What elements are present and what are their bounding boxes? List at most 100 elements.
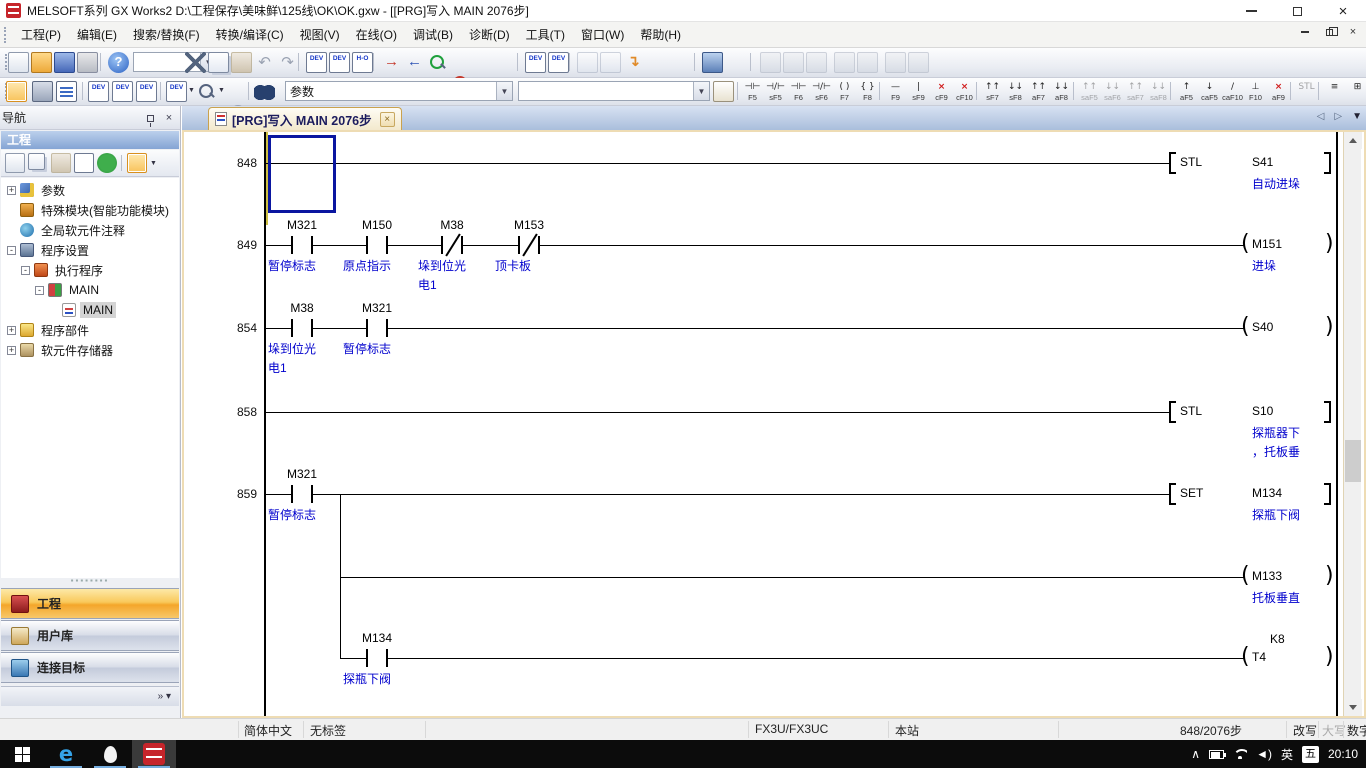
write-to-plc-icon[interactable]: → [381, 52, 402, 73]
find-target-combobox[interactable]: 参数▼ [285, 81, 513, 101]
device-setting-icon[interactable]: DEV [136, 81, 157, 102]
menu-item-3[interactable]: 转换/编译(C) [208, 22, 292, 47]
tab-main-program[interactable]: [PRG]写入 MAIN 2076步 × [208, 107, 402, 130]
tree-item-程序设置-3[interactable]: -程序设置 [7, 240, 92, 260]
pulse-tool-icon[interactable] [806, 52, 827, 73]
tree-item-MAIN-6[interactable]: MAIN [49, 300, 116, 320]
coil-device-label[interactable]: M133 [1252, 569, 1282, 583]
tree-item-参数-0[interactable]: +参数 [7, 180, 68, 200]
contact-M38[interactable] [441, 236, 463, 254]
scroll-up-icon[interactable] [1344, 132, 1362, 149]
sfc-zoom-icon[interactable] [885, 52, 906, 73]
close-button[interactable]: × [1320, 0, 1366, 22]
vertical-scrollbar[interactable] [1343, 132, 1361, 716]
menu-item-9[interactable]: 窗口(W) [573, 22, 632, 47]
save-project-icon[interactable] [54, 52, 75, 73]
menu-item-4[interactable]: 视图(V) [292, 22, 348, 47]
menu-item-7[interactable]: 诊断(D) [461, 22, 518, 47]
window-cascade-icon[interactable] [577, 52, 598, 73]
ime-indicator[interactable]: 五 [1302, 746, 1319, 763]
instruction-operand[interactable]: S41 [1252, 155, 1273, 169]
help-icon[interactable]: ? [108, 52, 129, 73]
coil-device-label[interactable]: S40 [1252, 320, 1273, 334]
property-icon[interactable] [74, 153, 94, 173]
tree-item-全局软元件注释-2[interactable]: 全局软元件注释 [7, 220, 128, 240]
contact-M134[interactable] [366, 649, 388, 667]
ladder-symbol-button-caF5[interactable]: ↓caF5 [1198, 80, 1221, 104]
undo-icon[interactable]: ↶ [254, 52, 275, 73]
start-button[interactable] [0, 740, 44, 768]
tree-item-MAIN-5[interactable]: -MAIN [35, 280, 102, 300]
new-project-icon[interactable] [8, 52, 29, 73]
nav-tab-用户库[interactable]: 用户库 [1, 620, 179, 651]
contact-M321[interactable] [291, 236, 313, 254]
device-display-icon[interactable]: DEV [306, 52, 327, 73]
sort-icon[interactable] [127, 153, 147, 173]
panel-splitter[interactable]: ▪▪▪▪▪▪▪▪ [1, 578, 179, 586]
tab-list-icon[interactable]: ▼ [1352, 111, 1362, 122]
language-indicator[interactable]: 英 [1281, 746, 1293, 763]
project-view-icon[interactable] [6, 81, 27, 102]
find-device-icon[interactable] [196, 81, 217, 102]
tab-close-icon[interactable]: × [380, 112, 395, 127]
device-monitor-icon[interactable]: DEV [329, 52, 350, 73]
contact-M38[interactable] [291, 319, 313, 337]
open-project-icon[interactable] [31, 52, 52, 73]
ladder-symbol-button-sF7[interactable]: ↑↑sF7 [981, 80, 1004, 104]
intelligent-monitor-icon[interactable] [760, 52, 781, 73]
coil-device-label[interactable]: M151 [1252, 237, 1282, 251]
mdi-minimize-button[interactable] [1298, 26, 1312, 38]
ladder-symbol-button-F10[interactable]: ⊥F10 [1244, 80, 1267, 104]
menu-item-5[interactable]: 在线(O) [348, 22, 405, 47]
device-register-monitor-icon[interactable]: DEV [548, 52, 569, 73]
contact-M321[interactable] [366, 319, 388, 337]
navigation-overflow-strip[interactable]: » ▾ [1, 686, 179, 706]
instruction-label[interactable]: STL [1180, 155, 1202, 169]
tree-expander-icon[interactable]: + [7, 346, 16, 355]
instruction-operand[interactable]: S10 [1252, 404, 1273, 418]
wifi-icon[interactable] [1233, 749, 1247, 759]
ladder-symbol-button-sF9[interactable]: |sF9 [907, 80, 930, 104]
scrollbar-thumb[interactable] [1345, 440, 1361, 482]
battery-icon[interactable] [1209, 750, 1224, 759]
pin-icon[interactable] [142, 110, 158, 126]
ladder-symbol-button-F8[interactable]: { }F8 [856, 80, 879, 104]
ladder-symbol-button-F7[interactable]: ( )F7 [833, 80, 856, 104]
cut-icon[interactable] [185, 52, 206, 73]
instruction-label[interactable]: STL [1180, 404, 1202, 418]
ladder-symbol-button-cF10[interactable]: ×cF10 [953, 80, 976, 104]
chevron-down-icon[interactable]: ▼ [150, 160, 157, 167]
tray-chevron-icon[interactable]: ∧ [1191, 747, 1200, 761]
tab-scroll-left-icon[interactable]: ◁ [1317, 111, 1325, 122]
mdi-restore-button[interactable] [1322, 26, 1336, 38]
tree-expander-icon[interactable]: + [7, 186, 16, 195]
menu-item-1[interactable]: 编辑(E) [69, 22, 125, 47]
new-item-icon[interactable] [5, 153, 25, 173]
monitor-start-icon[interactable] [427, 52, 448, 73]
ladder-symbol-button-sF5[interactable]: ⊣/⊢sF5 [764, 80, 787, 104]
device-comment-icon[interactable]: DEV [88, 81, 109, 102]
intelligent-monitor2-icon[interactable] [783, 52, 804, 73]
tree-item-程序部件-7[interactable]: +程序部件 [7, 320, 92, 340]
paste-item-icon[interactable] [51, 153, 71, 173]
ladder-symbol-button-aF7[interactable]: ↑↑aF7 [1027, 80, 1050, 104]
tree-item-软元件存储器-8[interactable]: +软元件存储器 [7, 340, 116, 360]
ladder-symbol-button-aF9[interactable]: ×aF9 [1267, 80, 1290, 104]
sampling-trace2-icon[interactable] [857, 52, 878, 73]
taskbar-edge-button[interactable]: e [44, 740, 88, 768]
print-icon[interactable] [77, 52, 98, 73]
ladder-symbol-button-aF8[interactable]: ↓↓aF8 [1050, 80, 1073, 104]
taskbar-app2-button[interactable] [88, 740, 132, 768]
close-panel-icon[interactable]: × [161, 110, 177, 126]
device-memory-icon[interactable]: DEV [112, 81, 133, 102]
menu-item-8[interactable]: 工具(T) [518, 22, 573, 47]
find-value-combobox[interactable]: ▼ [518, 81, 710, 101]
tree-item-执行程序-4[interactable]: -执行程序 [21, 260, 106, 280]
paste-icon[interactable] [231, 52, 252, 73]
jump-icon[interactable]: ↴ [623, 52, 644, 73]
copy-icon[interactable] [208, 52, 229, 73]
chevron-down-icon[interactable]: ▼ [218, 87, 225, 94]
mdi-close-button[interactable]: × [1346, 26, 1360, 38]
ladder-symbol-button-F5[interactable]: ⊣⊢F5 [741, 80, 764, 104]
module-config-icon[interactable] [32, 81, 53, 102]
